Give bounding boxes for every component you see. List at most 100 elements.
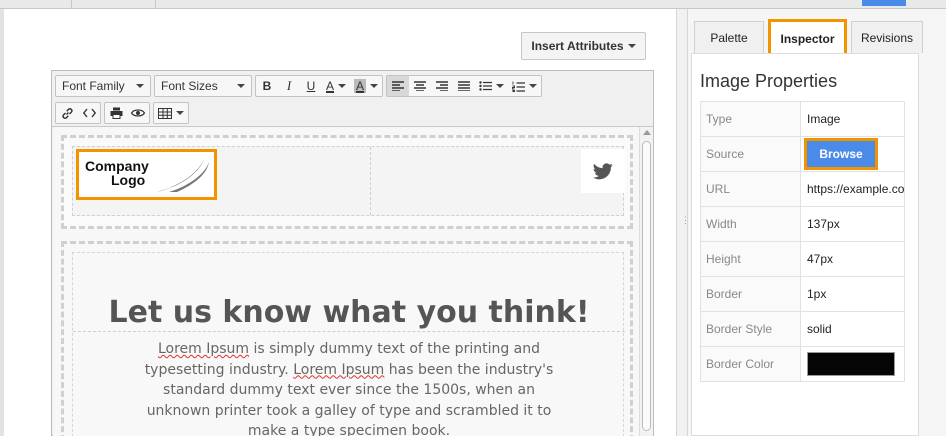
border-field[interactable]: 1px [800,276,905,312]
table-button[interactable] [154,103,188,123]
source-code-button[interactable] [78,103,100,123]
spellcheck-word: Lorem Ipsum [293,361,385,378]
url-field[interactable]: https://example.co [800,171,905,207]
font-family-select[interactable]: Font Family [55,75,151,97]
align-left-icon [392,81,405,91]
prop-key-border-color: Border Color [700,346,801,382]
preview-button[interactable] [127,103,149,123]
eye-icon [131,109,145,117]
top-primary-button[interactable] [862,0,906,6]
align-right-icon [436,81,449,91]
twitter-icon [593,162,613,179]
font-sizes-select[interactable]: Font Sizes [154,75,252,97]
chevron-down-icon [370,84,379,88]
table-row: Border Style solid [700,311,905,347]
tab-revisions[interactable]: Revisions [851,21,923,53]
border-color-swatch[interactable] [807,352,895,376]
table-row: Type Image [700,101,905,137]
align-right-button[interactable] [431,76,453,96]
italic-label: I [286,78,292,93]
inspector-body: Image Properties Type Image Source Brows… [691,53,919,436]
justify-button[interactable] [453,76,475,96]
text-color-button[interactable]: A [322,76,350,96]
prop-key-border: Border [700,276,801,312]
tab-palette[interactable]: Palette [694,21,764,53]
chevron-down-icon [136,84,144,88]
table-row: Source Browse [700,136,905,172]
prop-key-url: URL [700,171,801,207]
prop-key-type: Type [700,101,801,137]
panel-splitter[interactable]: ⋮ [676,9,690,436]
chevron-down-icon [627,44,636,48]
numbered-list-button[interactable] [508,76,541,96]
logo-swoosh-icon [157,158,209,192]
rich-text-editor: Font Family Font Sizes B I U A A Company… [51,70,654,436]
editor-toolbar: Font Family Font Sizes B I U A A [52,71,653,127]
background-color-label: A [354,79,367,93]
chevron-down-icon [529,84,538,88]
link-icon [61,107,73,119]
prop-value-source: Browse [800,136,905,172]
editor-canvas[interactable]: Company Logo Let us know what you think!… [53,127,639,436]
prop-key-width: Width [700,206,801,242]
width-field[interactable]: 137px [800,206,905,242]
headline-text[interactable]: Let us know what you think! [73,295,625,330]
browse-button[interactable]: Browse [804,138,878,170]
panel-tabs: Palette Revisions Inspector [694,19,940,57]
headline-divider [73,331,625,332]
table-icon [158,107,172,119]
top-tab-2[interactable] [72,0,156,9]
table-row: Height 47px [700,241,905,277]
chevron-down-icon [237,84,245,88]
table-row: Border 1px [700,276,905,312]
body-paragraph[interactable]: Lorem Ipsum is simply dummy text of the … [133,339,565,436]
chevron-down-icon [176,111,184,115]
scrollbar-thumb[interactable] [642,141,651,431]
table-row: URL https://example.co [700,171,905,207]
prop-value-type: Image [800,101,905,137]
bold-button[interactable]: B [256,76,278,96]
underline-label: U [306,79,316,93]
border-style-field[interactable]: solid [800,311,905,347]
italic-button[interactable]: I [278,76,300,96]
align-center-button[interactable] [409,76,431,96]
body-row: Let us know what you think! Lorem Ipsum … [72,252,625,436]
align-left-button[interactable] [387,76,410,96]
editor-scrollbar[interactable] [639,127,653,436]
top-tab-1[interactable] [0,0,72,9]
align-group [386,75,543,97]
twitter-link[interactable] [581,149,625,193]
header-row: Company Logo [72,146,625,216]
height-field[interactable]: 47px [800,241,905,277]
justify-icon [458,81,471,91]
properties-table: Type Image Source Browse URL https://exa… [700,101,905,382]
header-section[interactable]: Company Logo [61,135,633,229]
insert-attributes-button[interactable]: Insert Attributes [521,32,646,60]
underline-button[interactable]: U [300,76,322,96]
editor-column: Insert Attributes Font Family Font Sizes [0,9,676,436]
company-logo-image[interactable]: Company Logo [76,149,217,200]
bold-label: B [262,79,272,93]
font-sizes-label: Font Sizes [161,79,218,93]
link-code-group [55,102,101,124]
prop-key-height: Height [700,241,801,277]
body-section[interactable]: Let us know what you think! Lorem Ipsum … [61,241,633,436]
align-center-icon [414,81,427,91]
header-column-divider [370,147,371,215]
print-icon [110,107,122,119]
scroll-up-icon [643,130,651,135]
text-color-label: A [326,79,335,93]
tab-inspector[interactable]: Inspector [768,19,847,57]
code-icon [82,108,96,118]
background-color-button[interactable]: A [350,76,382,96]
insert-attributes-label: Insert Attributes [531,39,624,53]
chevron-down-icon [338,84,347,88]
print-button[interactable] [105,103,127,123]
link-button[interactable] [56,103,78,123]
top-tab-strip [0,0,946,9]
bullet-list-button[interactable] [475,76,508,96]
table-row: Width 137px [700,206,905,242]
right-panel: Palette Revisions Inspector Image Proper… [688,9,946,436]
panel-title: Image Properties [700,71,838,91]
prop-key-border-style: Border Style [700,311,801,347]
